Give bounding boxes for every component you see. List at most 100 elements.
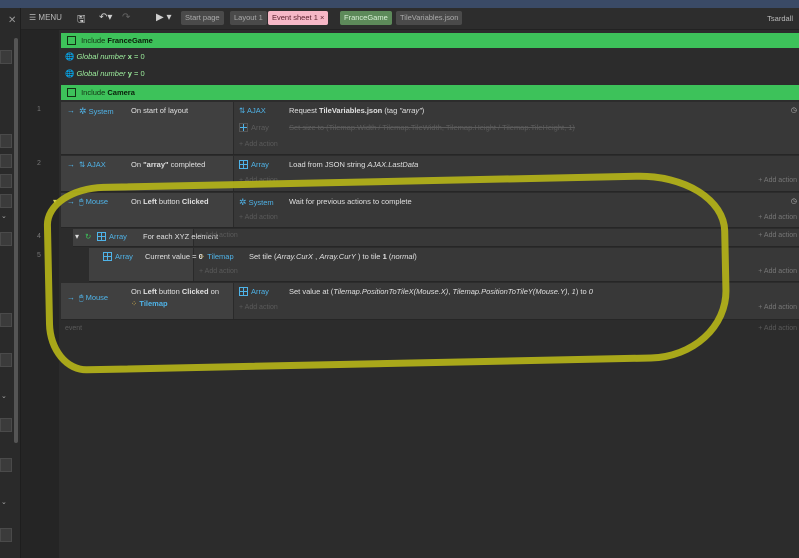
add-action-button[interactable]: + Add action: [758, 214, 797, 221]
left-panel-field[interactable]: [0, 418, 12, 432]
condition-object: Array: [109, 232, 127, 241]
add-action-button[interactable]: + Add action: [758, 177, 797, 184]
condition-text: On "array" completed: [131, 160, 206, 169]
action-object: System: [248, 198, 274, 207]
add-action-button[interactable]: + Add action: [239, 214, 278, 221]
left-panel-field[interactable]: [0, 232, 12, 246]
event-number: 1: [37, 106, 41, 113]
play-icon[interactable]: ▶ ▾: [156, 12, 172, 23]
condition-block[interactable]: → ✲ System On start of layout: [61, 102, 234, 154]
clock-icon: ◷: [790, 107, 797, 114]
redo-icon[interactable]: ↷: [122, 12, 130, 23]
action-object: Array: [251, 123, 269, 132]
user-name[interactable]: Tsardall: [767, 14, 793, 23]
global-variable-row[interactable]: 🌐 Global number x = 0: [61, 50, 145, 63]
left-panel-scrollbar[interactable]: [14, 38, 18, 443]
event-row[interactable]: → 🖱 Mouse On Left button Clicked on ⁘ Ti…: [61, 283, 799, 320]
action-text[interactable]: Set value at (Tilemap.PositionToTileX(Mo…: [289, 287, 593, 296]
add-action-button[interactable]: + Add action: [758, 268, 797, 275]
condition-block[interactable]: Array Current value = 0: [89, 248, 203, 281]
arrow-right-icon: →: [67, 197, 75, 206]
mouse-icon: 🖱: [79, 293, 84, 302]
array-icon: [239, 287, 248, 296]
add-action-button[interactable]: + Add action: [239, 177, 278, 184]
include-label: Include: [81, 36, 106, 45]
action-text[interactable]: Request TileVariables.json (tag "array"): [289, 106, 424, 115]
add-action-button[interactable]: + Add action: [758, 304, 797, 311]
left-panel-field[interactable]: [0, 313, 12, 327]
action-object: AJAX: [246, 106, 266, 115]
sub-event-row[interactable]: 4 ▾ ↻ Array For each XYZ element + Add a…: [37, 229, 799, 247]
mouse-icon: 🖱: [79, 197, 84, 206]
add-action-button[interactable]: + Add action: [239, 304, 278, 311]
condition-block[interactable]: → ⇅ AJAX On "array" completed: [61, 156, 234, 191]
undo-icon[interactable]: ↶▾: [99, 12, 112, 23]
collapse-toggle-icon[interactable]: ▾: [53, 197, 57, 206]
event-row[interactable]: 2 → ⇅ AJAX On "array" completed Array Lo…: [37, 156, 799, 192]
left-panel-field[interactable]: [0, 154, 12, 168]
tab-france-game[interactable]: FranceGame: [340, 11, 392, 25]
left-panel-field[interactable]: [0, 134, 12, 148]
menu-button[interactable]: ☰ MENU: [29, 13, 62, 22]
gear-icon: ✲: [239, 197, 247, 207]
add-action-button[interactable]: + Add action: [758, 325, 797, 332]
condition-block[interactable]: → 🖱 Mouse On Left button Clicked: [61, 193, 234, 227]
chevron-down-icon[interactable]: ⌄: [1, 212, 10, 222]
include-row[interactable]: Include FranceGame: [61, 33, 799, 48]
left-panel-field[interactable]: [0, 353, 12, 367]
condition-object: System: [88, 107, 114, 116]
condition-object: Array: [115, 252, 133, 261]
condition-object: Mouse: [85, 293, 109, 302]
add-event-button[interactable]: event: [65, 325, 82, 332]
condition-text: Current value = 0: [145, 252, 203, 261]
left-panel-field[interactable]: [0, 528, 12, 542]
tilemap-icon: ⁘: [199, 252, 206, 261]
condition-target-object: Tilemap: [139, 299, 168, 308]
disabled-action-text[interactable]: Set size to (Tilemap.Width / Tilemap.Til…: [289, 123, 575, 132]
tab-tile-variables-json[interactable]: TileVariables.json: [396, 11, 463, 25]
global-var-type: Global number: [76, 52, 126, 61]
add-action-button[interactable]: + Add action: [758, 232, 797, 239]
globe-icon: 🌐: [65, 69, 75, 78]
left-panel-field[interactable]: [0, 50, 12, 64]
tab-layout-1[interactable]: Layout 1: [230, 11, 267, 25]
event-number: 2: [37, 160, 41, 167]
array-icon: [97, 232, 106, 241]
tab-start-page[interactable]: Start page: [181, 11, 224, 25]
globe-icon: 🌐: [65, 52, 75, 61]
include-name: Camera: [107, 88, 135, 97]
array-icon: [239, 123, 248, 132]
left-panel-field[interactable]: [0, 194, 12, 208]
condition-object: Mouse: [85, 197, 109, 206]
condition-block[interactable]: ▾ ↻ Array For each XYZ element: [73, 229, 218, 246]
save-icon[interactable]: 🖫: [77, 12, 86, 29]
condition-text: On start of layout: [131, 106, 189, 115]
action-text[interactable]: Load from JSON string AJAX.LastData: [289, 160, 418, 169]
tab-event-sheet-1[interactable]: Event sheet 1 ×: [268, 11, 329, 25]
left-panel-field[interactable]: [0, 174, 12, 188]
add-action-button[interactable]: + Add action: [199, 268, 238, 275]
gear-icon: ✲: [79, 106, 87, 116]
global-variable-row[interactable]: 🌐 Global number y = 0: [61, 67, 145, 80]
condition-block[interactable]: → 🖱 Mouse On Left button Clicked on ⁘ Ti…: [61, 283, 234, 319]
action-text[interactable]: Wait for previous actions to complete: [289, 197, 412, 206]
condition-text: On Left button Clicked: [131, 197, 209, 206]
chevron-down-icon[interactable]: ⌄: [1, 498, 10, 508]
event-row[interactable]: 1 → ✲ System On start of layout ⇅ AJAX R…: [37, 102, 799, 155]
event-row[interactable]: ▾ → 🖱 Mouse On Left button Clicked ✲ Sys…: [53, 193, 799, 228]
event-number: 4: [37, 233, 41, 240]
include-icon: [67, 88, 76, 97]
add-action-button[interactable]: + Add action: [199, 232, 238, 239]
sub-event-row[interactable]: 5 Array Current value = 0 ⁘ Tilemap Set …: [37, 248, 799, 282]
event-sheet: Include FranceGame 🌐 Global number x = 0…: [21, 30, 799, 558]
chevron-down-icon[interactable]: ⌄: [1, 392, 10, 402]
include-row[interactable]: Include Camera: [61, 85, 799, 100]
loop-icon: ↻: [85, 232, 92, 241]
action-text[interactable]: Set tile (Array.CurX , Array.CurY ) to t…: [249, 252, 417, 261]
add-action-button[interactable]: + Add action: [239, 141, 278, 148]
left-panel-field[interactable]: [0, 458, 12, 472]
include-label: Include: [81, 88, 106, 97]
close-icon[interactable]: ✕: [8, 15, 16, 26]
left-panel: ✕ ⌄ ⌄ ⌄: [0, 8, 21, 558]
expand-toggle-icon[interactable]: ▾: [75, 232, 79, 241]
